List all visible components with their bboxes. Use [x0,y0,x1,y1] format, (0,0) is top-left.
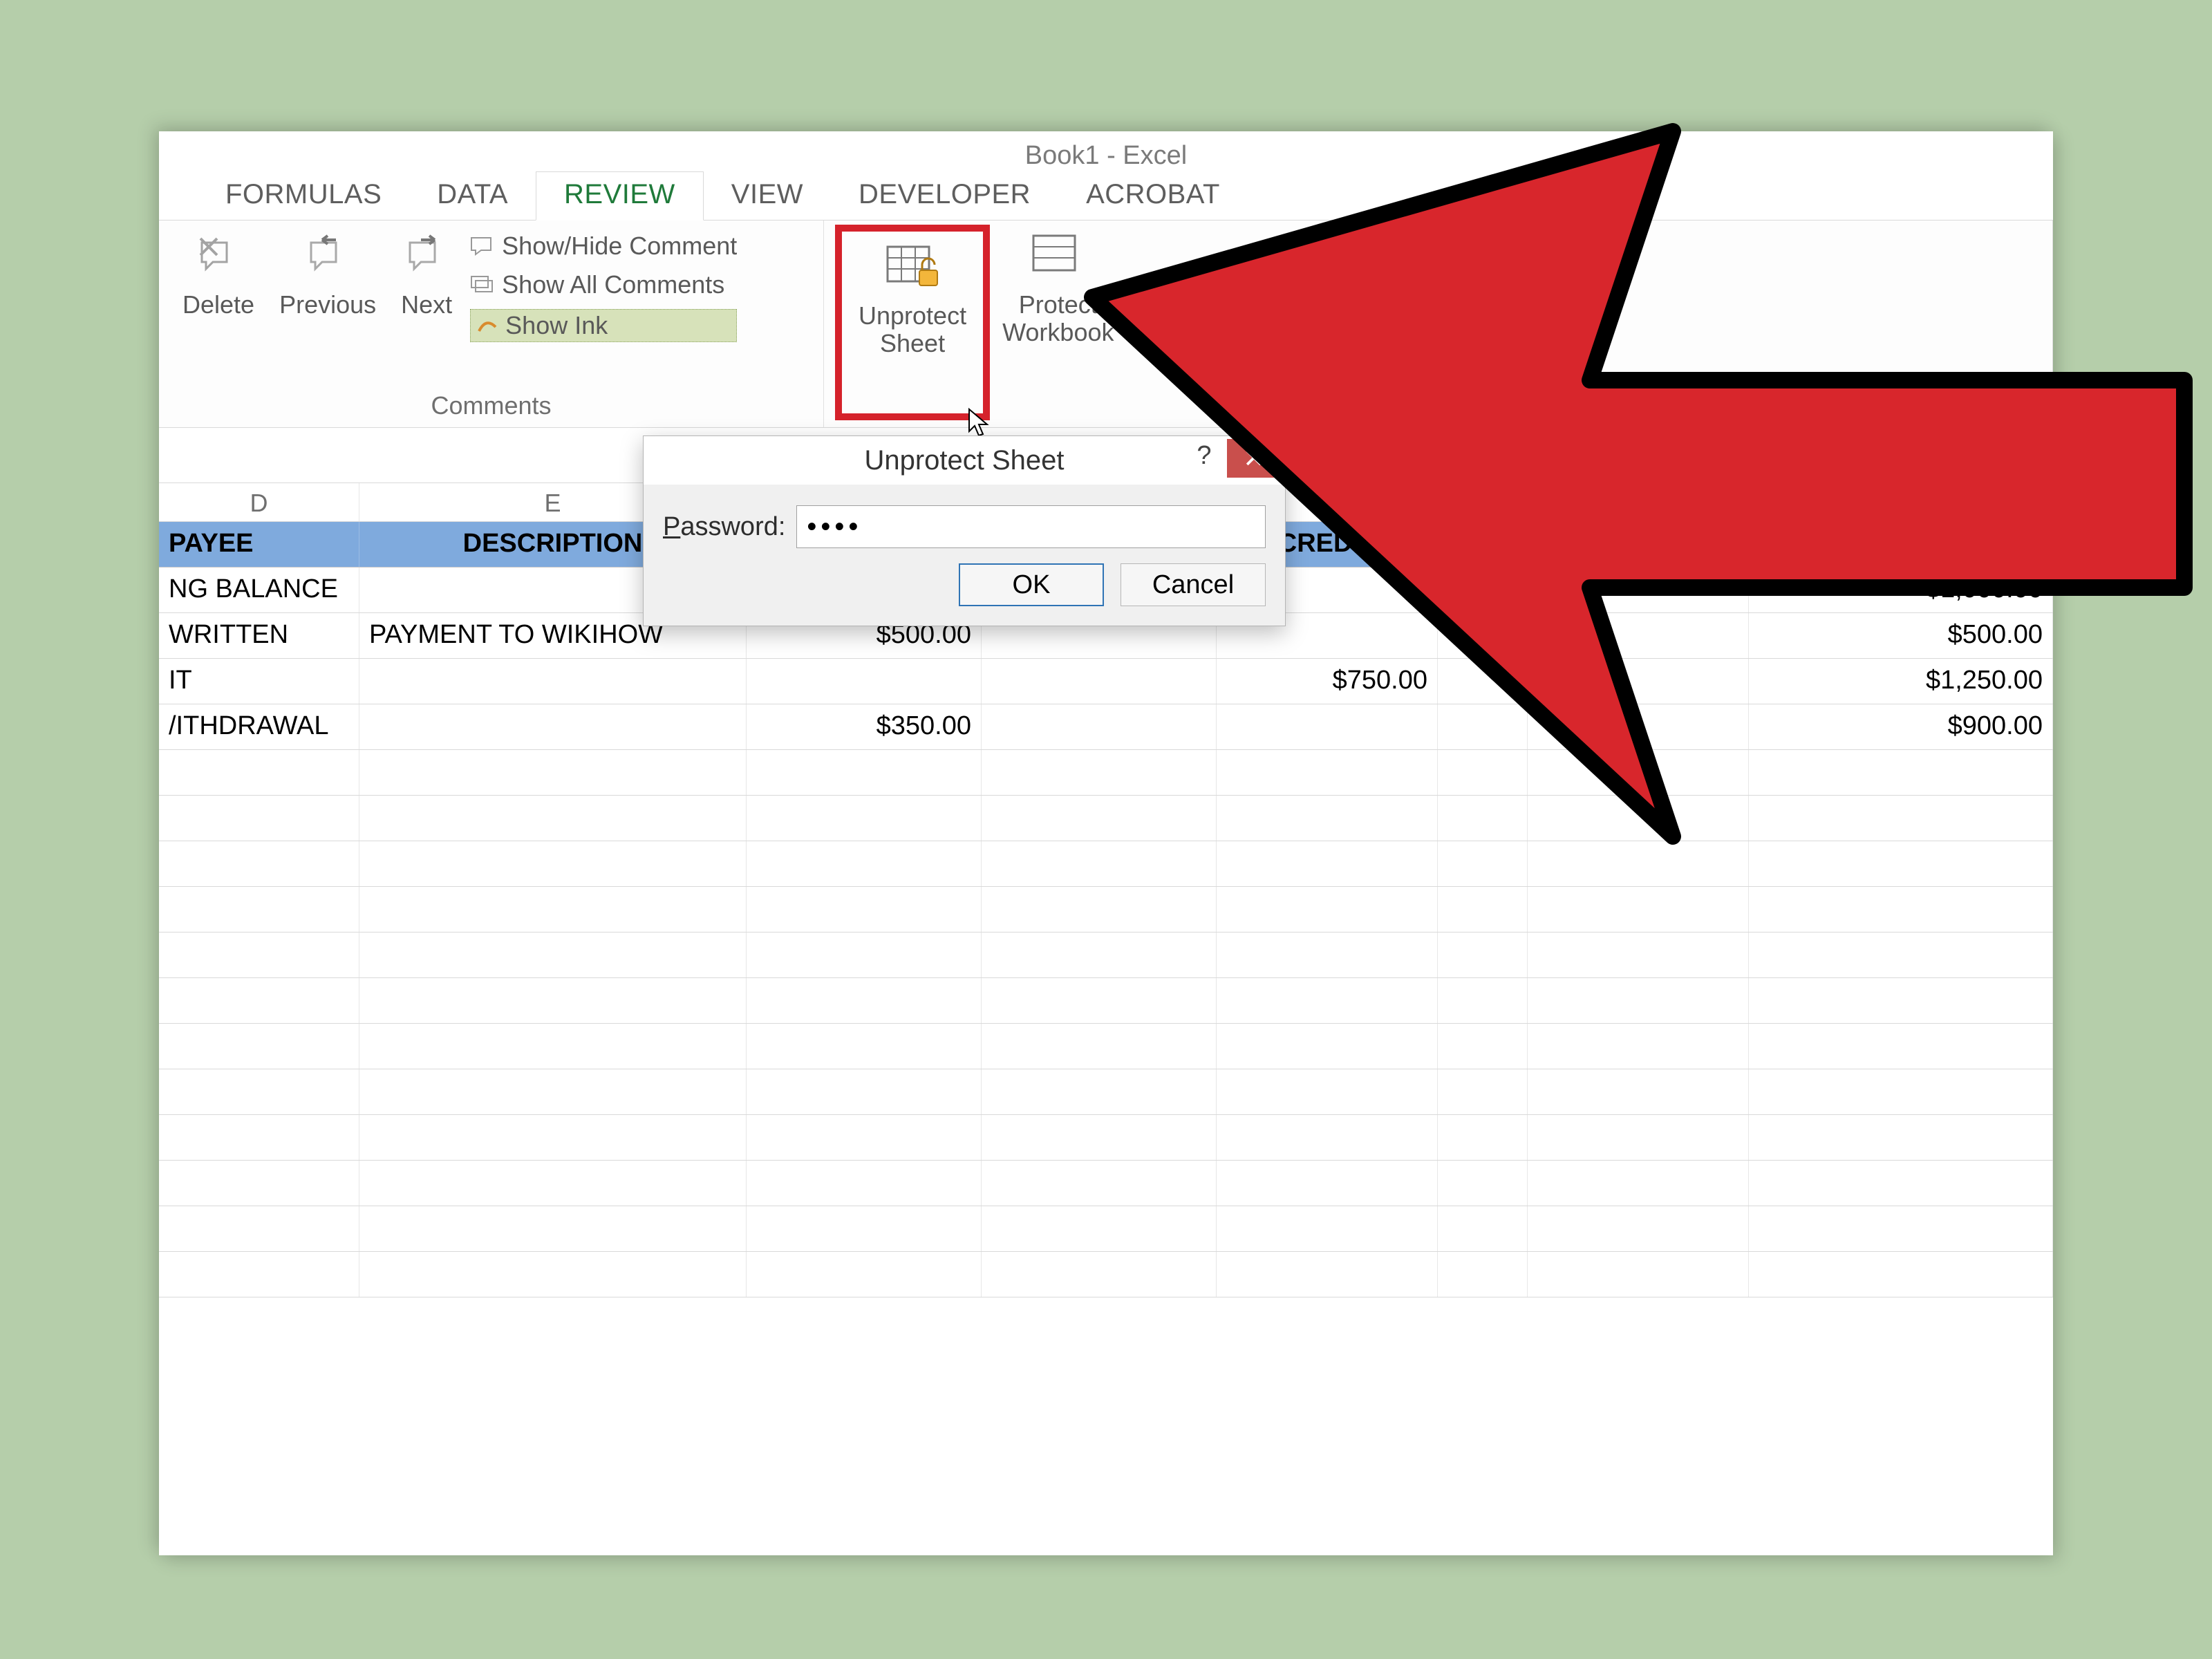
cell[interactable]: $500.00 [1749,613,2053,658]
unprotect-sheet-highlight: Unprotect Sheet [835,225,990,420]
cell[interactable] [359,704,747,749]
next-comment-label: Next [401,291,452,319]
header-balance[interactable]: BALANCE [1749,522,2053,567]
show-ink-label: Show Ink [505,311,608,340]
cell[interactable]: $350.00 [747,704,982,749]
tab-data[interactable]: DATA [409,172,536,220]
tab-formulas[interactable]: FORMULAS [198,172,409,220]
tab-acrobat[interactable]: ACROBAT [1058,172,1248,220]
password-input[interactable] [796,505,1266,548]
show-all-comments-button[interactable]: Show All Comments [470,270,737,299]
previous-comment-label: Previous [279,291,376,319]
delete-comment-icon [196,229,241,284]
unprotect-sheet-icon [883,240,941,295]
ribbon: Delete Previous Next [159,221,2053,428]
previous-comment-button[interactable]: Previous [267,225,388,391]
previous-comment-icon [306,229,350,284]
cell[interactable] [1528,568,1749,612]
cell[interactable]: $1,000.00 [1749,568,2053,612]
cell[interactable] [1528,613,1749,658]
cancel-button[interactable]: Cancel [1121,563,1266,606]
ink-icon [476,316,498,335]
show-hide-comment-label: Show/Hide Comment [502,232,737,261]
cell[interactable]: /ITHDRAWAL [159,704,359,749]
header-payee[interactable]: PAYEE [159,522,359,567]
comment-icon [470,236,495,256]
show-hide-comment-button[interactable]: Show/Hide Comment [470,232,737,261]
tab-developer[interactable]: DEVELOPER [831,172,1058,220]
unprotect-sheet-dialog: Unprotect Sheet ? ✕ Password: OK Cancel [643,435,1286,626]
cell[interactable] [982,704,1217,749]
col-header-k[interactable]: K [1749,483,2053,521]
app-title: Book1 - Excel [159,131,2053,172]
header-in[interactable]: IN [1528,522,1749,567]
protect-workbook-label-1: Protect [1019,290,1098,319]
table-row: /ITHDRAWAL $350.00 $900.00 [159,704,2053,750]
cell[interactable] [1438,568,1528,612]
delete-comment-button[interactable]: Delete [170,225,267,391]
ok-button[interactable]: OK [959,563,1104,606]
cell[interactable]: WRITTEN [159,613,359,658]
col-header-i[interactable]: I [1438,483,1528,521]
dialog-titlebar[interactable]: Unprotect Sheet ? ✕ [644,436,1285,485]
cell[interactable] [747,659,982,704]
unprotect-sheet-button[interactable]: Unprotect Sheet [846,236,979,361]
col-header-d[interactable]: D [159,483,359,521]
cell[interactable]: $900.00 [1749,704,2053,749]
unprotect-sheet-label-2: Sheet [880,329,945,357]
cell[interactable] [1217,704,1438,749]
tab-review[interactable]: REVIEW [536,171,704,221]
protect-workbook-icon [1029,229,1087,284]
password-label: Password: [663,512,785,542]
next-comment-button[interactable]: Next [388,225,465,391]
protect-workbook-button[interactable]: Protect Workbook [990,225,1126,420]
cell[interactable] [1528,704,1749,749]
dialog-help-button[interactable]: ? [1180,436,1228,475]
comments-group-label: Comments [170,391,812,424]
show-all-comments-label: Show All Comments [502,270,724,299]
cell[interactable] [1438,659,1528,704]
cell[interactable]: $750.00 [1217,659,1438,704]
delete-comment-label: Delete [182,291,254,319]
col-header-j[interactable]: J [1528,483,1749,521]
unprotect-sheet-label-1: Unprotect [859,301,966,330]
dialog-close-button[interactable]: ✕ [1227,439,1281,478]
cell[interactable] [359,659,747,704]
show-ink-button[interactable]: Show Ink [470,309,737,342]
cell[interactable]: NG BALANCE [159,568,359,612]
ribbon-tabs: FORMULAS DATA REVIEW VIEW DEVELOPER ACRO… [159,172,2053,221]
dialog-title: Unprotect Sheet [864,445,1064,476]
next-comment-icon [404,229,449,284]
cell[interactable]: IT [159,659,359,704]
cell[interactable] [1438,704,1528,749]
cell[interactable] [1438,613,1528,658]
table-row: IT $750.00 $1,250.00 [159,659,2053,704]
cell[interactable]: $1,250.00 [1749,659,2053,704]
cell[interactable] [982,659,1217,704]
protect-workbook-label-2: Workbook [1002,318,1114,346]
tab-view[interactable]: VIEW [704,172,831,220]
cell[interactable] [1528,659,1749,704]
comments-stack-icon [470,275,495,294]
